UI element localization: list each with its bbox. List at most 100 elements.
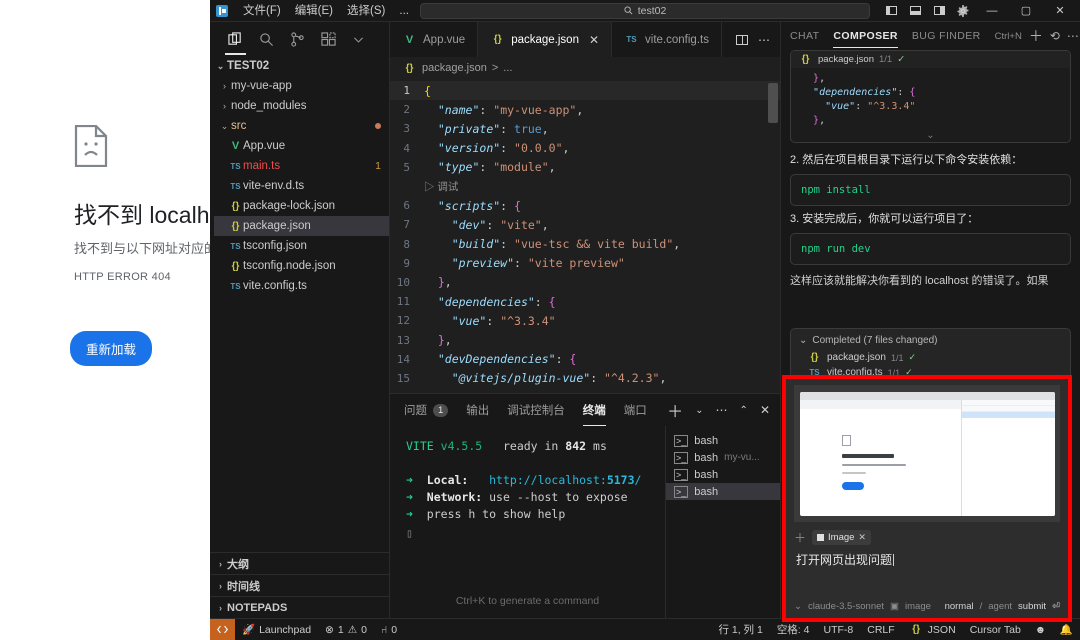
tree-item-src[interactable]: ⌄src: [214, 116, 389, 136]
error-icon: ⊗: [325, 624, 334, 636]
breadcrumb-symbol[interactable]: ...: [503, 62, 512, 74]
terminal-instance[interactable]: >_bash: [666, 466, 780, 483]
menu-more[interactable]: ...: [392, 0, 416, 22]
submit-button[interactable]: submit: [1018, 601, 1046, 612]
panel-tab-3[interactable]: 终端: [583, 402, 606, 418]
screenshot-thumbnail: [800, 392, 1055, 516]
tree-item-node_modules[interactable]: ›node_modules: [214, 96, 389, 116]
tree-item-App-vue[interactable]: VApp.vue: [214, 136, 389, 156]
window-maximize-button[interactable]: ▢: [1010, 0, 1042, 22]
remote-indicator[interactable]: [210, 619, 235, 640]
source-control-icon[interactable]: [290, 32, 305, 47]
composer-code-block[interactable]: {} package.json 1/1 ✓ }, "dependencies":…: [790, 50, 1071, 143]
image-attachment-chip[interactable]: Image ✕: [812, 530, 871, 545]
local-url[interactable]: http://localhost:5173/: [489, 473, 641, 487]
panel-tab-4[interactable]: 端口: [624, 402, 647, 418]
explorer-icon[interactable]: [228, 32, 243, 47]
cursor-position[interactable]: 行 1, 列 1: [711, 619, 769, 640]
toggle-primary-sidebar-button[interactable]: [880, 0, 902, 22]
more-actions-icon[interactable]: ⋯: [758, 33, 770, 47]
tree-item-my-vue-app[interactable]: ›my-vue-app: [214, 76, 389, 96]
add-context-icon[interactable]: ＋: [794, 529, 806, 546]
panel-tab-0[interactable]: 问题1: [404, 402, 448, 418]
tree-item-package-json[interactable]: {}package.json: [214, 216, 389, 236]
terminal-instance[interactable]: >_bash: [666, 432, 780, 449]
remove-attachment-icon[interactable]: ✕: [858, 532, 866, 543]
breadcrumb[interactable]: {} package.json > ...: [390, 57, 780, 79]
close-tab-icon[interactable]: ✕: [589, 33, 599, 47]
more-icon[interactable]: ⋯: [1067, 29, 1079, 43]
line-content: },: [424, 333, 452, 347]
gear-icon[interactable]: [952, 0, 974, 22]
line-content: "name": "my-vue-app",: [424, 103, 583, 117]
search-icon[interactable]: [259, 32, 274, 47]
json-file-icon: {}: [402, 63, 417, 74]
chevron-down-icon[interactable]: ⌄: [695, 405, 703, 416]
history-icon[interactable]: ⟲: [1050, 29, 1060, 43]
editor-scrollbar[interactable]: [768, 83, 778, 123]
attached-screenshot-preview[interactable]: [794, 385, 1060, 522]
sidebar-section-timeline[interactable]: › 时间线: [210, 574, 389, 596]
plus-icon[interactable]: ＋: [1029, 26, 1043, 46]
chevron-down-icon[interactable]: ⌄: [794, 601, 802, 612]
toggle-panel-button[interactable]: [904, 0, 926, 22]
tab-bug-finder[interactable]: BUG FINDER: [912, 30, 981, 42]
reload-button[interactable]: 重新加载: [70, 331, 152, 366]
composer-input-field[interactable]: 打开网页出现问题: [796, 551, 894, 568]
chevron-down-icon[interactable]: [352, 33, 365, 46]
menu-file[interactable]: 文件(F): [236, 0, 288, 22]
panel-tab-2[interactable]: 调试控制台: [507, 402, 565, 418]
explorer-root-folder[interactable]: ⌄ TEST02: [210, 56, 389, 76]
mode-normal[interactable]: normal: [945, 601, 974, 612]
tree-item-vite-env-d-ts[interactable]: TSvite-env.d.ts: [214, 176, 389, 196]
composer-input-footer: ⌄ claude-3.5-sonnet ▣ image normal / age…: [794, 601, 1060, 612]
tree-item-tsconfig-json[interactable]: TStsconfig.json: [214, 236, 389, 256]
split-editor-icon[interactable]: [736, 35, 748, 45]
code-editor[interactable]: 1{2 "name": "my-vue-app",3 "private": tr…: [390, 79, 780, 393]
menu-edit[interactable]: 编辑(E): [288, 0, 340, 22]
command-search-bar[interactable]: test02: [420, 3, 870, 19]
menu-selection[interactable]: 选择(S): [340, 0, 392, 22]
editor-tab-App-vue[interactable]: VApp.vue: [390, 22, 478, 57]
terminal-instance[interactable]: >_bashmy-vu...: [666, 449, 780, 466]
tree-item-vite-config-ts[interactable]: TSvite.config.ts: [214, 276, 389, 296]
code-lens-debug[interactable]: ▷ 调试: [390, 177, 780, 196]
tab-chat[interactable]: CHAT: [790, 30, 819, 42]
chevron-up-icon[interactable]: ⌃: [740, 405, 748, 416]
root-label: TEST02: [227, 60, 269, 72]
launchpad-button[interactable]: 🚀 Launchpad: [235, 619, 318, 640]
panel-tab-1[interactable]: 输出: [466, 402, 489, 418]
composer-command-dev[interactable]: npm run dev: [790, 233, 1071, 265]
close-icon[interactable]: ✕: [760, 403, 770, 417]
completed-file-row[interactable]: {}package.json1/1✓: [791, 350, 1070, 365]
sidebar-section-notepads[interactable]: › NOTEPADS: [210, 596, 389, 618]
sidebar-section-outline[interactable]: › 大纲: [210, 552, 389, 574]
code-line: 4 "version": "0.0.0",: [390, 139, 780, 158]
chevron-down-icon[interactable]: ⌄: [791, 130, 1070, 142]
code-lens-label[interactable]: ▷ 调试: [424, 179, 458, 194]
terminal-output[interactable]: VITE v4.5.5 ready in 842 ms ➜ Local: htt…: [390, 426, 665, 618]
editor-tab-vite-config-ts[interactable]: TSvite.config.ts: [612, 22, 722, 57]
chevron-right-icon: ›: [214, 581, 227, 591]
tree-item-main-ts[interactable]: TSmain.ts1: [214, 156, 389, 176]
tree-item-tsconfig-node-json[interactable]: {}tsconfig.node.json: [214, 256, 389, 276]
tree-item-package-lock-json[interactable]: {}package-lock.json: [214, 196, 389, 216]
window-close-button[interactable]: ✕: [1044, 0, 1076, 22]
mode-agent[interactable]: agent: [988, 601, 1012, 612]
breadcrumb-file[interactable]: package.json: [422, 62, 487, 74]
add-terminal-icon[interactable]: ＋: [667, 398, 683, 422]
completed-header[interactable]: ⌄ Completed (7 files changed): [791, 334, 1070, 350]
editor-tab-package-json[interactable]: {}package.json✕: [478, 22, 612, 57]
tab-composer[interactable]: COMPOSER: [833, 30, 897, 42]
model-selector[interactable]: claude-3.5-sonnet: [808, 601, 884, 612]
editor-group: VApp.vue{}package.json✕TSvite.config.ts …: [390, 22, 780, 618]
window-minimize-button[interactable]: —: [976, 0, 1008, 22]
extensions-icon[interactable]: [321, 32, 336, 47]
ports-indicator[interactable]: ⑁ 0: [374, 619, 404, 640]
problems-indicator[interactable]: ⊗ 1 ⚠ 0: [318, 619, 374, 640]
toggle-secondary-sidebar-button[interactable]: [928, 0, 950, 22]
more-icon[interactable]: ⋯: [716, 403, 728, 417]
composer-command-install[interactable]: npm install: [790, 174, 1071, 206]
launchpad-label: Launchpad: [259, 624, 311, 636]
terminal-instance[interactable]: >_bash: [666, 483, 780, 500]
